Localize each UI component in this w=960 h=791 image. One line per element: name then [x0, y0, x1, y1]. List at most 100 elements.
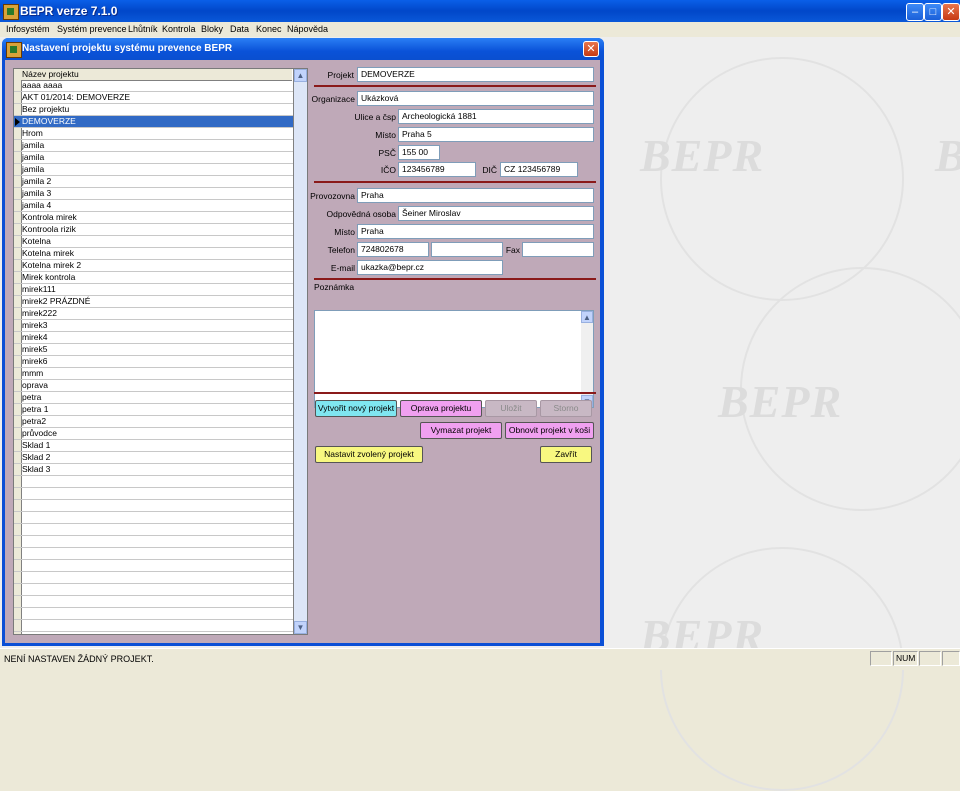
project-name-cell[interactable]: mirek5: [22, 344, 48, 355]
table-row[interactable]: [14, 476, 294, 488]
dic-field[interactable]: CZ 123456789: [500, 162, 578, 177]
table-row[interactable]: aaaa aaaa: [14, 80, 294, 92]
project-name-cell[interactable]: petra2: [22, 416, 46, 427]
responsible-person-field[interactable]: Šeiner Miroslav: [398, 206, 594, 221]
project-name-cell[interactable]: Kotelna mirek: [22, 248, 74, 259]
table-row[interactable]: mirek111: [14, 284, 294, 296]
project-name-cell[interactable]: jamila 2: [22, 176, 51, 187]
project-name-cell[interactable]: mirek4: [22, 332, 48, 343]
maximize-icon[interactable]: □: [924, 3, 942, 21]
project-name-cell[interactable]: Sklad 2: [22, 452, 50, 463]
table-row[interactable]: [14, 596, 294, 608]
save-button[interactable]: Uložit: [485, 400, 537, 417]
table-row[interactable]: mirek222: [14, 308, 294, 320]
project-name-cell[interactable]: oprava: [22, 380, 48, 391]
project-name-cell[interactable]: AKT 01/2014: DEMOVERZE: [22, 92, 130, 103]
project-name-cell[interactable]: petra 1: [22, 404, 48, 415]
table-row[interactable]: [14, 620, 294, 632]
dialog-close-icon[interactable]: ✕: [583, 41, 599, 57]
table-row[interactable]: jamila 4: [14, 200, 294, 212]
menu-kontrola[interactable]: Kontrola: [162, 24, 196, 34]
table-row[interactable]: petra 1: [14, 404, 294, 416]
scroll-down-icon[interactable]: ▼: [294, 621, 307, 634]
table-row[interactable]: DEMOVERZE: [14, 116, 294, 128]
scroll-up-icon[interactable]: ▲: [294, 69, 307, 82]
street-field[interactable]: Archeologická 1881: [398, 109, 594, 124]
menu-data[interactable]: Data: [230, 24, 249, 34]
place-field[interactable]: Praha: [357, 224, 594, 239]
project-name-cell[interactable]: jamila: [22, 164, 44, 175]
table-row[interactable]: jamila: [14, 152, 294, 164]
table-row[interactable]: mmm: [14, 368, 294, 380]
table-row[interactable]: Bez projektu: [14, 104, 294, 116]
project-name-cell[interactable]: mmm: [22, 368, 43, 379]
menu-lhutnik[interactable]: Lhůtník: [128, 24, 158, 34]
table-row[interactable]: Kotelna mirek 2: [14, 260, 294, 272]
table-row[interactable]: průvodce: [14, 428, 294, 440]
table-row[interactable]: [14, 584, 294, 596]
project-name-cell[interactable]: Kontroola rizik: [22, 224, 76, 235]
project-name-cell[interactable]: jamila: [22, 140, 44, 151]
column-header-project-name[interactable]: Název projektu: [22, 69, 79, 79]
project-name-cell[interactable]: Kotelna: [22, 236, 51, 247]
delete-project-button[interactable]: Vymazat projekt: [420, 422, 502, 439]
scroll-up-icon[interactable]: ▲: [581, 311, 593, 323]
branch-field[interactable]: Praha: [357, 188, 594, 203]
project-name-cell[interactable]: Sklad 3: [22, 464, 50, 475]
cancel-button[interactable]: Storno: [540, 400, 592, 417]
project-name-cell[interactable]: DEMOVERZE: [22, 116, 76, 127]
project-grid[interactable]: Název projektu aaaa aaaa AKT 01/2014: DEM…: [13, 68, 308, 635]
project-name-cell[interactable]: mirek6: [22, 356, 48, 367]
table-row[interactable]: [14, 488, 294, 500]
table-row[interactable]: [14, 536, 294, 548]
table-row[interactable]: mirek6: [14, 356, 294, 368]
table-row[interactable]: [14, 548, 294, 560]
project-name-cell[interactable]: petra: [22, 392, 41, 403]
phone-field[interactable]: 724802678: [357, 242, 429, 257]
project-name-cell[interactable]: Mirek kontrola: [22, 272, 75, 283]
table-row[interactable]: [14, 608, 294, 620]
menu-bloky[interactable]: Bloky: [201, 24, 223, 34]
project-name-cell[interactable]: mirek111: [22, 284, 56, 295]
project-name-cell[interactable]: mirek2 PRÁZDNÉ: [22, 296, 90, 307]
project-name-cell[interactable]: mirek222: [22, 308, 57, 319]
table-row[interactable]: Kontrola mirek: [14, 212, 294, 224]
organization-field[interactable]: Ukázková: [357, 91, 594, 106]
table-row[interactable]: [14, 512, 294, 524]
menu-konec[interactable]: Konec: [256, 24, 282, 34]
table-row[interactable]: AKT 01/2014: DEMOVERZE: [14, 92, 294, 104]
menu-infosystem[interactable]: Infosystém: [6, 24, 50, 34]
table-row[interactable]: petra2: [14, 416, 294, 428]
menu-napoveda[interactable]: Nápověda: [287, 24, 328, 34]
project-name-cell[interactable]: Bez projektu: [22, 104, 69, 115]
edit-project-button[interactable]: Oprava projektu: [400, 400, 482, 417]
city-field[interactable]: Praha 5: [398, 127, 594, 142]
table-row[interactable]: Sklad 2: [14, 452, 294, 464]
project-name-cell[interactable]: Hrom: [22, 128, 43, 139]
ico-field[interactable]: 123456789: [398, 162, 476, 177]
table-row[interactable]: Kontroola rizik: [14, 224, 294, 236]
table-row[interactable]: mirek3: [14, 320, 294, 332]
table-row[interactable]: jamila 3: [14, 188, 294, 200]
table-row[interactable]: jamila: [14, 164, 294, 176]
table-row[interactable]: jamila 2: [14, 176, 294, 188]
table-row[interactable]: mirek4: [14, 332, 294, 344]
table-row[interactable]: [14, 500, 294, 512]
zip-field[interactable]: 155 00: [398, 145, 440, 160]
minimize-icon[interactable]: –: [906, 3, 924, 21]
restore-project-button[interactable]: Obnovit projekt v koši: [505, 422, 594, 439]
table-row[interactable]: Mirek kontrola: [14, 272, 294, 284]
create-project-button[interactable]: Vytvořit nový projekt: [315, 400, 397, 417]
fax-field[interactable]: [522, 242, 594, 257]
set-project-button[interactable]: Nastavit zvolený projekt: [315, 446, 423, 463]
project-name-cell[interactable]: jamila 4: [22, 200, 51, 211]
table-row[interactable]: Hrom: [14, 128, 294, 140]
project-name-cell[interactable]: mirek3: [22, 320, 48, 331]
table-row[interactable]: [14, 572, 294, 584]
project-name-cell[interactable]: aaaa aaaa: [22, 80, 62, 91]
close-button[interactable]: Zavřít: [540, 446, 592, 463]
table-row[interactable]: Sklad 3: [14, 464, 294, 476]
table-row[interactable]: Sklad 1: [14, 440, 294, 452]
table-row[interactable]: Kotelna mirek: [14, 248, 294, 260]
email-field[interactable]: ukazka@bepr.cz: [357, 260, 503, 275]
